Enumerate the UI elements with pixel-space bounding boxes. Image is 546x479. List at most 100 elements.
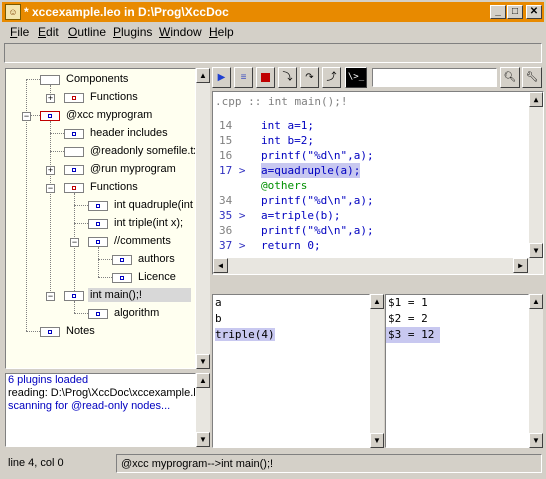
search-input[interactable]: [372, 68, 497, 87]
node-content-icon: [112, 255, 132, 265]
collapse-minus-icon[interactable]: −: [22, 112, 31, 121]
tree-line: [26, 331, 40, 332]
watch-values-pane[interactable]: $1 = 1 $2 = 2 $3 = 12: [385, 294, 529, 448]
node-label: authors: [138, 253, 175, 265]
code-line: 36 printf("%d\n",a);: [219, 224, 374, 237]
watch-expression[interactable]: triple(4): [215, 328, 275, 341]
watch-expressions-pane[interactable]: a b triple(4): [212, 294, 370, 448]
tree-line: [50, 151, 64, 152]
editor-hscrollbar[interactable]: ◀ ▶: [213, 258, 543, 274]
node-content-icon: [64, 165, 84, 175]
log-pane[interactable]: 6 plugins loaded reading: D:\Prog\XccDoc…: [5, 373, 196, 447]
code-editor[interactable]: .cpp :: int main();! 14 int a=1; 15 int b=…: [212, 91, 544, 275]
node-content-icon: [40, 327, 60, 337]
terminal-icon[interactable]: \>_: [345, 67, 367, 88]
collapse-minus-icon[interactable]: −: [46, 184, 55, 193]
scroll-down-icon[interactable]: ▼: [196, 432, 210, 447]
scroll-up-icon[interactable]: ▲: [529, 294, 543, 309]
tree-line: [74, 301, 75, 313]
scroll-right-icon[interactable]: ▶: [513, 258, 528, 273]
node-content-icon: [88, 309, 108, 319]
scroll-up-icon[interactable]: ▲: [529, 92, 543, 107]
step-over-icon[interactable]: ↷: [300, 67, 319, 88]
log-line: reading: D:\Prog\XccDoc\xccexample.leo: [8, 387, 196, 399]
code-line: 37 > return 0;: [219, 239, 321, 252]
menu-window[interactable]: Window: [159, 25, 202, 39]
debug-toolbar: ▶ ≡ ⤵ ↷ ⤴ \>_ 🔍︎ 🔧︎: [212, 66, 544, 90]
tree-line: [50, 133, 64, 134]
tree-line: [74, 193, 75, 305]
code-line: 15 int b=2;: [219, 134, 314, 147]
node-label: @xcc myprogram: [66, 109, 153, 121]
list-icon[interactable]: ≡: [234, 67, 253, 88]
editor-header: .cpp :: int main();!: [215, 95, 348, 108]
tree-line: [74, 223, 88, 224]
menu-edit[interactable]: Edit: [38, 25, 59, 39]
node-path: @xcc myprogram-->int main();!: [116, 454, 542, 473]
title-bar: ☺ * xccexample.leo in D:\Prog\XccDoc _ □…: [2, 2, 544, 22]
watch-value: $2 = 2: [388, 312, 428, 325]
play-icon[interactable]: ▶: [212, 67, 231, 88]
tree-line: [26, 79, 40, 80]
scroll-down-icon[interactable]: ▼: [529, 433, 543, 448]
node-label: int triple(int x);: [114, 217, 184, 229]
tree-line: [98, 259, 112, 260]
code-line: 16 printf("%d\n",a);: [219, 149, 374, 162]
menu-help[interactable]: Help: [209, 25, 234, 39]
node-content-icon: [88, 237, 108, 247]
expand-plus-icon[interactable]: +: [46, 166, 55, 175]
outline-tree[interactable]: Components + Functions − @xcc myprogram …: [5, 68, 196, 369]
scroll-left-icon[interactable]: ◀: [213, 258, 228, 273]
menu-outline[interactable]: Outline: [68, 25, 106, 39]
node-label: //comments: [114, 235, 171, 247]
minibuffer[interactable]: [4, 43, 542, 63]
watch-expression[interactable]: a: [213, 295, 369, 311]
menu-plugins[interactable]: Plugins: [113, 25, 152, 39]
maximize-button[interactable]: □: [507, 5, 523, 19]
status-bar: line 4, col 0 @xcc myprogram-->int main(…: [2, 452, 544, 476]
watch-left-scrollbar[interactable]: ▲ ▼: [370, 294, 384, 448]
scroll-up-icon[interactable]: ▲: [196, 373, 210, 388]
watch-expression[interactable]: b: [213, 311, 369, 327]
node-label: Licence: [138, 271, 176, 283]
code-line: 34 printf("%d\n",a);: [219, 194, 374, 207]
step-into-icon[interactable]: ⤵: [278, 67, 297, 88]
collapse-minus-icon[interactable]: −: [70, 238, 79, 247]
scroll-up-icon[interactable]: ▲: [196, 68, 210, 83]
scroll-down-icon[interactable]: ▼: [370, 433, 384, 448]
node-label: @run myprogram: [90, 163, 176, 175]
node-label: int quadruple(int x);: [114, 199, 195, 211]
node-label: Functions: [90, 181, 138, 193]
scroll-down-icon[interactable]: ▼: [196, 354, 210, 369]
node-content-icon: [88, 219, 108, 229]
minimize-button[interactable]: _: [490, 5, 506, 19]
tree-scrollbar[interactable]: ▲ ▼: [196, 68, 210, 369]
close-button[interactable]: ✕: [526, 5, 542, 19]
node-label: int main();!: [88, 288, 191, 302]
menu-bar: File Edit Outline Plugins Window Help: [2, 22, 544, 41]
menu-file[interactable]: File: [10, 25, 29, 39]
node-icon: [64, 147, 84, 157]
tree-line: [50, 121, 51, 297]
node-label: Functions: [90, 91, 138, 103]
node-label: Notes: [66, 325, 95, 337]
stop-icon[interactable]: [256, 67, 275, 88]
watch-right-scrollbar[interactable]: ▲ ▼: [529, 294, 543, 448]
step-out-icon[interactable]: ⤴: [322, 67, 341, 88]
node-clone-icon: [64, 93, 84, 103]
log-scrollbar[interactable]: ▲ ▼: [196, 373, 210, 447]
expand-plus-icon[interactable]: +: [46, 94, 55, 103]
node-content-icon: [112, 273, 132, 283]
tree-line: [98, 277, 112, 278]
code-line: 35 > a=triple(b);: [219, 209, 341, 222]
collapse-minus-icon[interactable]: −: [46, 292, 55, 301]
editor-scrollbar[interactable]: ▲ ▼: [529, 92, 543, 258]
wrench-icon[interactable]: 🔧︎: [522, 67, 542, 88]
node-content-icon: [88, 201, 108, 211]
magnifier-icon[interactable]: 🔍︎: [500, 67, 520, 88]
leo-app-icon[interactable]: ☺: [5, 4, 21, 20]
scroll-down-icon[interactable]: ▼: [529, 243, 543, 258]
node-content-icon: [64, 129, 84, 139]
node-clone-icon: [64, 183, 84, 193]
scroll-up-icon[interactable]: ▲: [370, 294, 384, 309]
